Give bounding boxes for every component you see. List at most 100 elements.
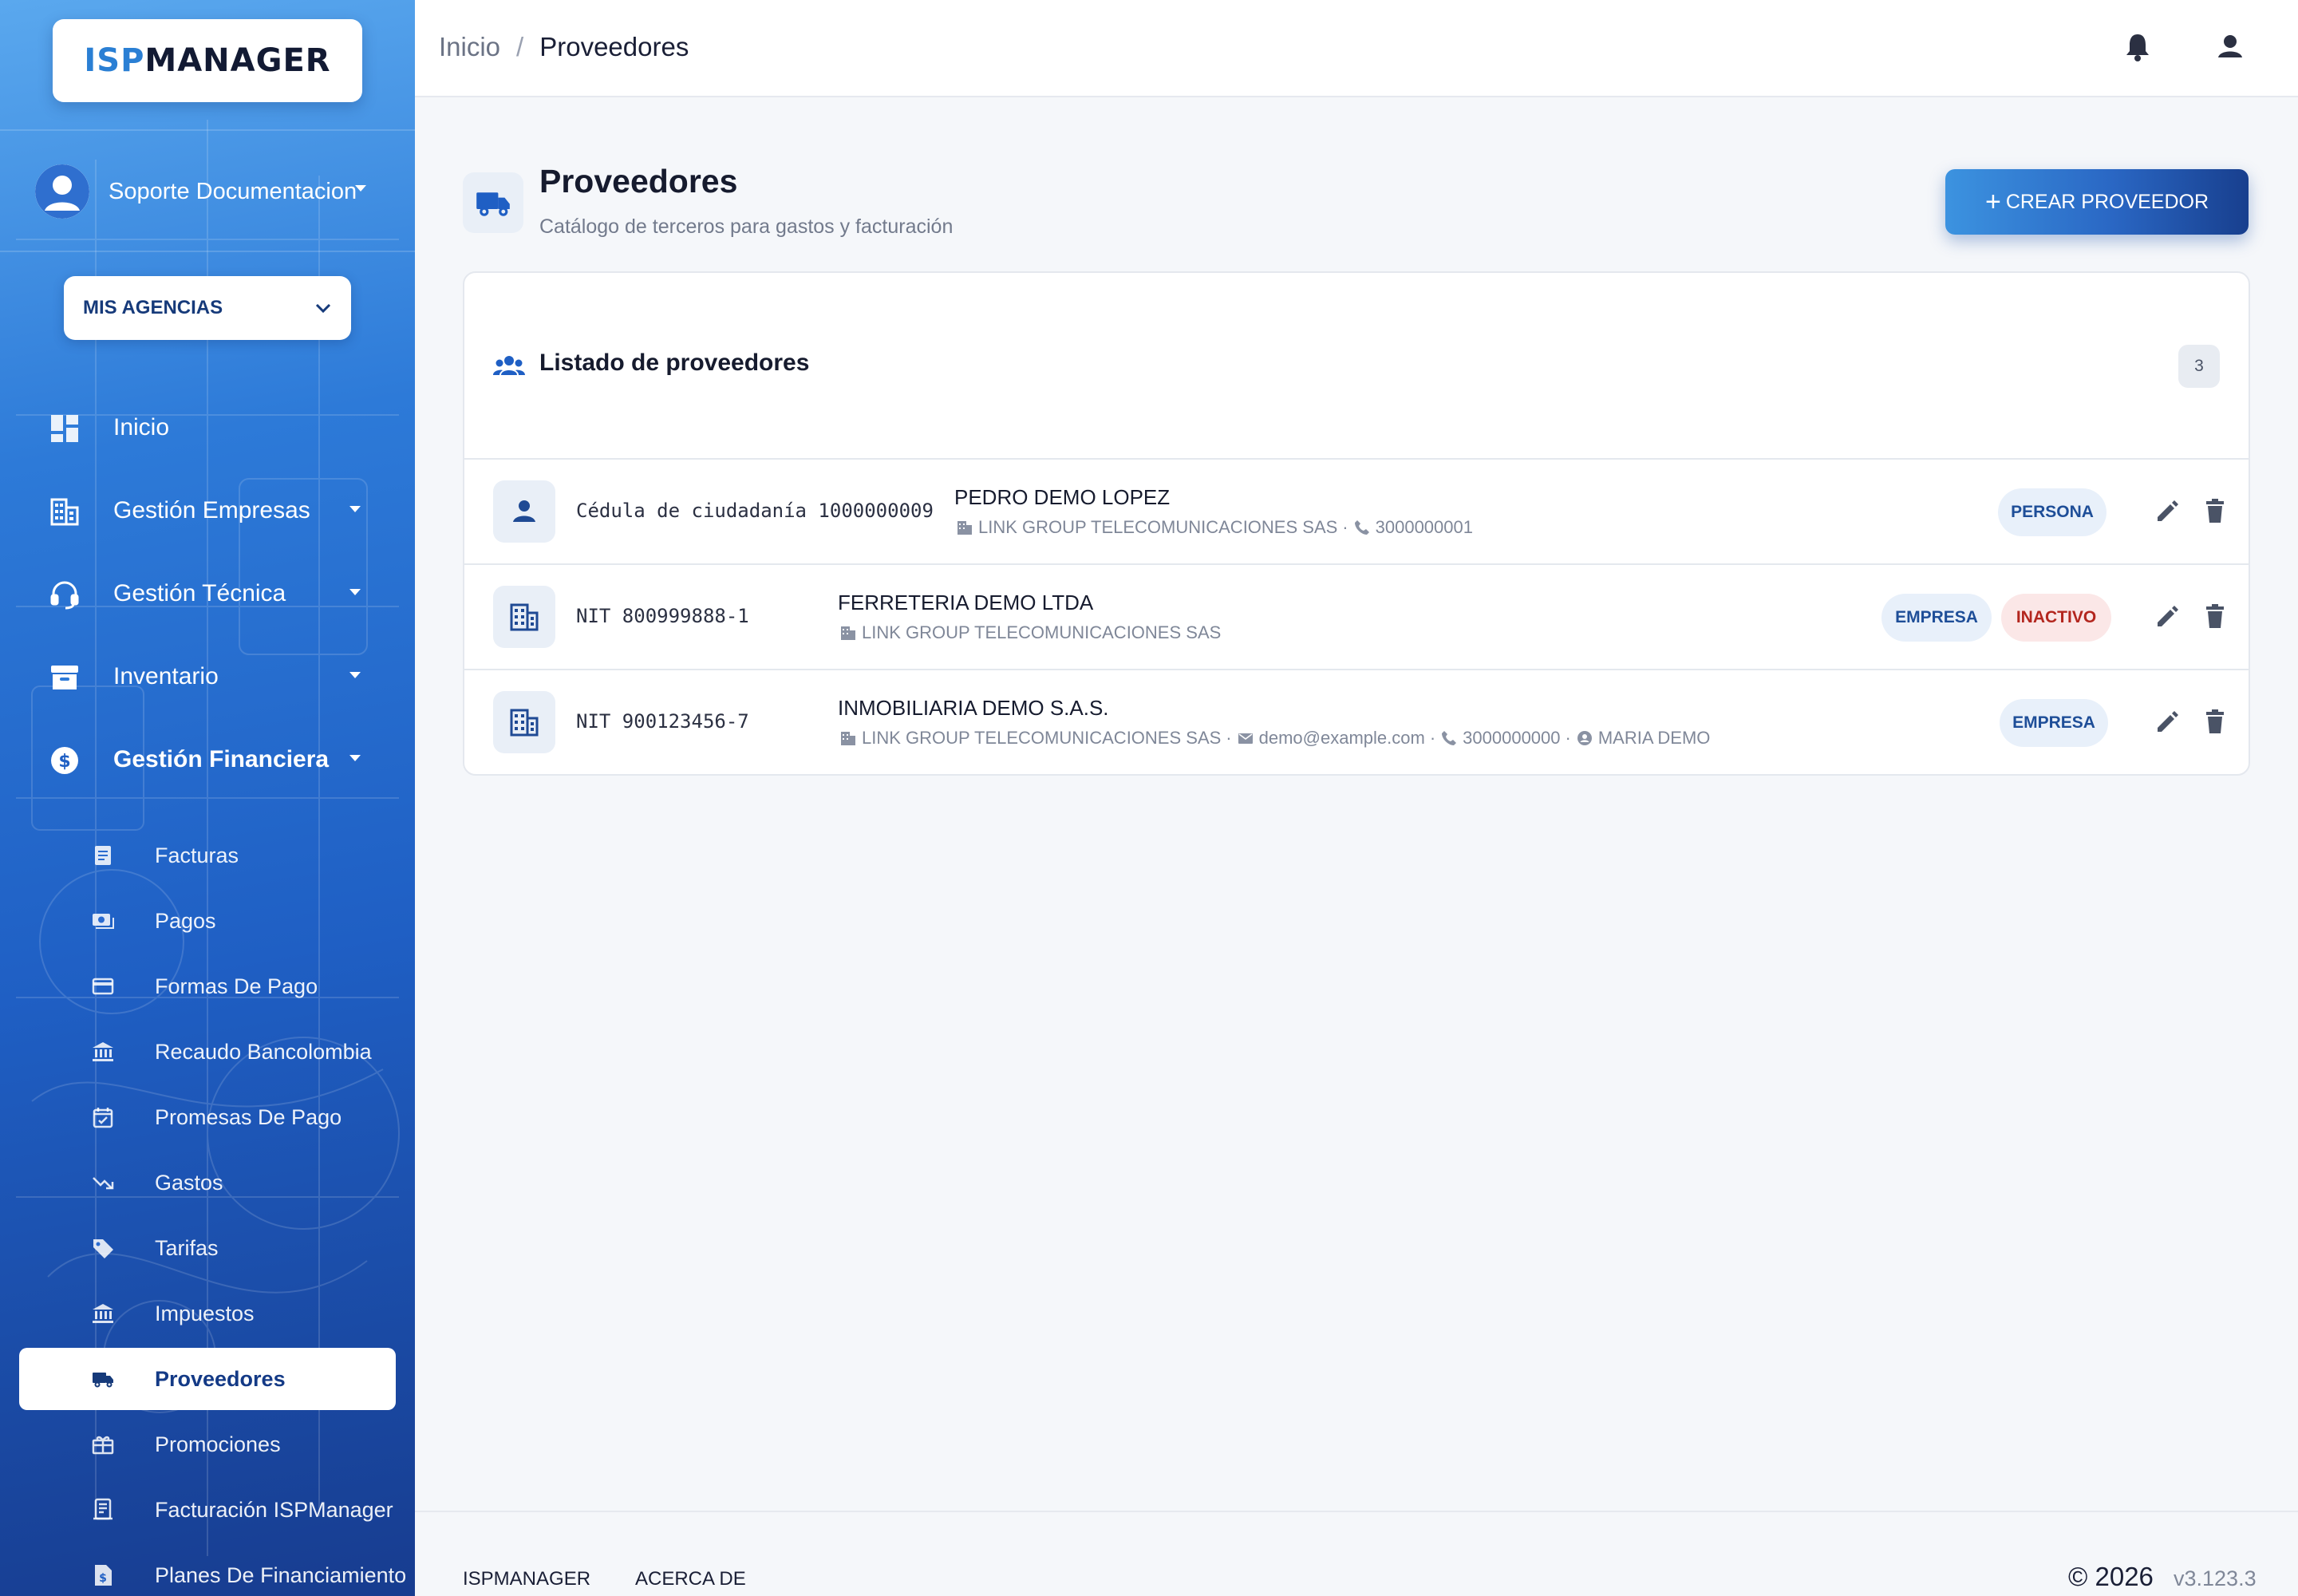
truck-icon — [93, 1373, 113, 1388]
logo-isp-text: ISP — [84, 42, 145, 79]
meta-separator: · — [1429, 728, 1436, 748]
page-subtitle: Catálogo de terceros para gastos y factu… — [539, 215, 954, 238]
edit-icon[interactable] — [2151, 705, 2183, 737]
footer-link-about[interactable]: ACERCA DE — [635, 1568, 746, 1590]
list-title: Listado de proveedores — [539, 350, 810, 376]
dollar-document-icon: $ — [95, 1565, 112, 1586]
building-icon — [958, 521, 972, 535]
payments-icon — [93, 914, 114, 929]
status-badge: INACTIVO — [2001, 594, 2111, 642]
provider-meta: LINK GROUP TELECOMUNICACIONES SAS — [839, 622, 1221, 643]
type-badge: PERSONA — [1998, 488, 2106, 536]
user-caret-icon[interactable] — [353, 184, 368, 193]
subnav-promesas-de-pago[interactable]: Promesas De Pago — [0, 1086, 415, 1148]
sidebar-divider — [0, 129, 415, 131]
provider-meta: LINK GROUP TELECOMUNICACIONES SAS · demo… — [839, 728, 1710, 749]
row-type-icon — [493, 480, 555, 543]
sidebar: ISP MANAGER Soporte Documentacion MIS AGE… — [0, 0, 415, 1596]
footer: ISPMANAGER ACERCA DE © 2026 v3.123.3 — [415, 1511, 2298, 1596]
support-agent-icon — [50, 581, 79, 610]
subnav-formas-de-pago[interactable]: Formas De Pago — [0, 955, 415, 1017]
logo-manager-text: MANAGER — [144, 42, 331, 79]
account-icon[interactable] — [2213, 30, 2247, 64]
caret-down-icon — [349, 589, 361, 595]
subnav-facturas[interactable]: Facturas — [0, 824, 415, 887]
phone-number: 3000000000 — [1463, 728, 1561, 748]
delete-icon[interactable] — [2199, 600, 2231, 632]
nav-inicio[interactable]: Inicio — [0, 396, 415, 460]
provider-name: FERRETERIA DEMO LTDA — [838, 591, 1094, 614]
page-title: Proveedores — [539, 163, 738, 200]
nav-inventario-label: Inventario — [113, 663, 219, 689]
credit-card-icon — [92, 978, 114, 995]
subnav-proveedores[interactable]: Proveedores — [19, 1348, 396, 1410]
agency-selector[interactable]: MIS AGENCIAS — [64, 276, 351, 340]
email: demo@example.com — [1258, 728, 1425, 748]
user-menu[interactable]: Soporte Documentacion — [35, 164, 357, 219]
contact-person-icon — [1577, 731, 1592, 745]
bank-icon — [93, 1042, 113, 1061]
document-id: NIT 900123456-7 — [576, 710, 749, 733]
provider-meta: LINK GROUP TELECOMUNICACIONES SAS · 3000… — [956, 517, 1473, 538]
nav-inventario[interactable]: Inventario — [0, 645, 415, 709]
create-provider-button[interactable]: + CREAR PROVEEDOR — [1945, 169, 2249, 235]
meta-separator: · — [1565, 728, 1571, 748]
app-logo[interactable]: ISP MANAGER — [53, 19, 362, 102]
delete-icon[interactable] — [2199, 495, 2231, 527]
subnav-planes-de-financiamiento-label: Planes De Financiamiento — [155, 1562, 407, 1587]
trending-down-icon — [93, 1177, 114, 1190]
edit-icon[interactable] — [2151, 495, 2183, 527]
subnav-tarifas[interactable]: Tarifas — [0, 1217, 415, 1279]
nav-inicio-label: Inicio — [113, 414, 170, 440]
subnav-proveedores-label: Proveedores — [155, 1366, 286, 1391]
dashboard-icon — [51, 415, 78, 442]
contact-name: MARIA DEMO — [1597, 728, 1711, 748]
company-name: LINK GROUP TELECOMUNICACIONES SAS — [862, 728, 1222, 748]
company-name: LINK GROUP TELECOMUNICACIONES SAS — [978, 517, 1338, 537]
subnav-promociones[interactable]: Promociones — [0, 1413, 415, 1476]
subnav-impuestos[interactable]: Impuestos — [0, 1282, 415, 1345]
table-row[interactable]: NIT 800999888-1 FERRETERIA DEMO LTDA LIN… — [464, 565, 2249, 670]
gift-icon — [92, 1436, 114, 1455]
person-icon — [513, 500, 535, 522]
subnav-facturas-label: Facturas — [155, 843, 239, 867]
edit-icon[interactable] — [2151, 600, 2183, 632]
subnav-facturacion-ispmanager[interactable]: Facturación ISPManager — [0, 1479, 415, 1541]
provider-name: PEDRO DEMO LOPEZ — [954, 485, 1171, 509]
subnav-gastos[interactable]: Gastos — [0, 1152, 415, 1214]
building-icon — [841, 732, 855, 745]
type-badge: EMPRESA — [1881, 594, 1992, 642]
subnav-planes-de-financiamiento[interactable]: $ Planes De Financiamiento — [0, 1544, 415, 1596]
meta-separator: · — [1342, 517, 1348, 537]
copyright: © 2026 — [2068, 1562, 2154, 1591]
nav-gestion-financiera[interactable]: $ Gestión Financiera — [0, 728, 415, 792]
building-icon — [841, 626, 855, 640]
providers-card: Listado de proveedores 3 Cédula de ciuda… — [463, 271, 2250, 776]
row-type-icon — [493, 691, 555, 753]
page-icon — [463, 172, 523, 233]
subnav-promesas-de-pago-label: Promesas De Pago — [155, 1104, 342, 1129]
table-row[interactable]: Cédula de ciudadanía 1000000009 PEDRO DE… — [464, 460, 2249, 565]
sidebar-divider — [0, 251, 415, 252]
phone-icon — [1442, 731, 1457, 745]
create-provider-label: CREAR PROVEEDOR — [2005, 190, 2209, 213]
nav-gestion-tecnica[interactable]: Gestión Técnica — [0, 562, 415, 626]
subnav-tarifas-label: Tarifas — [155, 1235, 219, 1260]
subnav-recaudo-bancolombia[interactable]: Recaudo Bancolombia — [0, 1021, 415, 1083]
tag-icon — [93, 1239, 113, 1258]
subnav-pagos-label: Pagos — [155, 908, 216, 933]
email-icon — [1238, 733, 1253, 744]
nav-gestion-empresas[interactable]: Gestión Empresas — [0, 479, 415, 543]
svg-text:$: $ — [99, 1572, 107, 1585]
bell-icon[interactable] — [2121, 30, 2154, 64]
bank-icon — [93, 1304, 113, 1323]
version: v3.123.3 — [2174, 1566, 2257, 1590]
footer-link-ispmanager[interactable]: ISPMANAGER — [463, 1568, 590, 1590]
subnav-pagos[interactable]: Pagos — [0, 890, 415, 952]
breadcrumb-home[interactable]: Inicio — [439, 32, 500, 62]
company-name: LINK GROUP TELECOMUNICACIONES SAS — [862, 622, 1222, 642]
breadcrumb-current: Proveedores — [539, 32, 689, 61]
table-row[interactable]: NIT 900123456-7 INMOBILIARIA DEMO S.A.S.… — [464, 670, 2249, 776]
delete-icon[interactable] — [2199, 705, 2231, 737]
top-bar: Inicio / Proveedores — [415, 0, 2298, 97]
